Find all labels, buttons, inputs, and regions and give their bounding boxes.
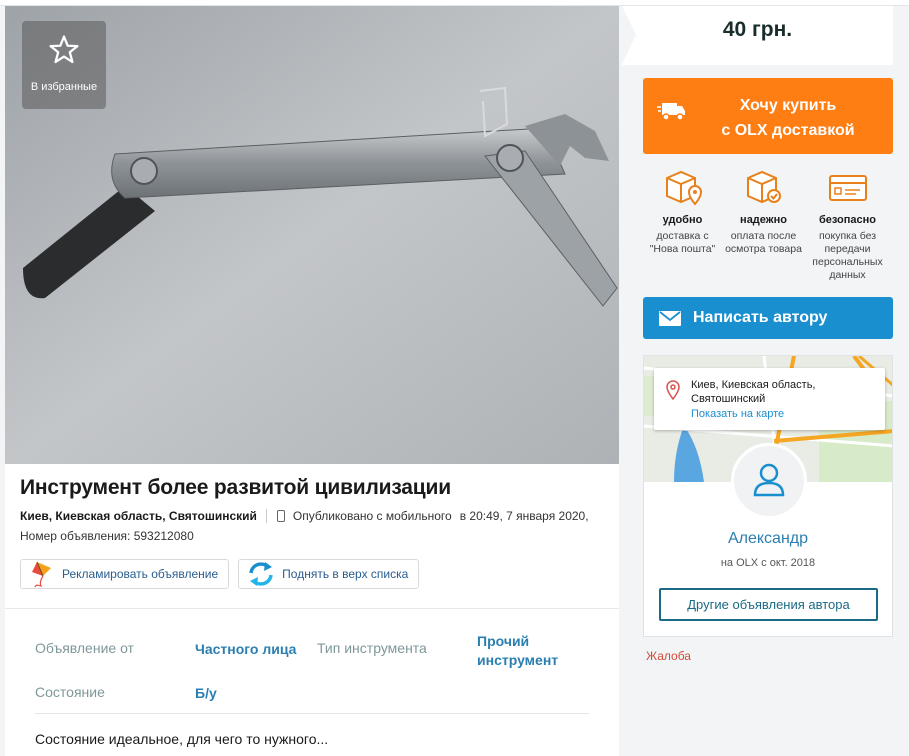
details-row: Состояние Б/у: [35, 684, 589, 714]
ad-number: Номер объявления: 593212080: [20, 529, 194, 543]
write-label: Написать автору: [693, 309, 828, 326]
map-popup: Киев, Киевская область, Святошинский Пок…: [654, 368, 885, 430]
mobile-phone-icon: [276, 510, 285, 522]
show-on-map-link[interactable]: Показать на карте: [691, 408, 784, 420]
buy-label: Хочу купить с OLX доставкой: [693, 93, 883, 143]
feature-text: доставка с "Нова пошта": [649, 230, 716, 255]
box-check-icon: [746, 170, 781, 204]
box-pin-icon: [665, 170, 702, 206]
raise-to-top-button[interactable]: Поднять в верх списка: [238, 559, 420, 589]
refresh-icon: [249, 562, 273, 586]
details-row: Объявление от Частного лица Тип инструме…: [35, 632, 589, 678]
mail-icon: [659, 311, 681, 326]
buy-label-line1: Хочу купить: [739, 97, 837, 114]
seller-avatar[interactable]: [731, 443, 807, 519]
buy-with-delivery-button[interactable]: Хочу купить с OLX доставкой: [643, 78, 893, 154]
price-box: 40 грн.: [622, 6, 893, 65]
favorites-label: В избранные: [30, 81, 98, 93]
promo-buttons: Рекламировать объявление Поднять в верх …: [20, 559, 604, 589]
ad-meta: Киев, Киевская область, Святошинский Опу…: [20, 509, 604, 523]
truck-icon: [657, 103, 685, 121]
published-label: Опубликовано с мобильного: [292, 509, 452, 523]
star-icon: [49, 35, 79, 64]
feature-reliable: надежно оплата после осмотра товара: [722, 168, 805, 256]
complain-link[interactable]: Жалоба: [646, 649, 691, 663]
buy-label-line2: с OLX доставкой: [721, 122, 855, 139]
ad-info: Инструмент более развитой цивилизации Ки…: [5, 464, 619, 608]
ad-description: Состояние идеальное, для чего то нужного…: [35, 731, 329, 747]
map-address: Киев, Киевская область, Святошинский: [691, 379, 816, 405]
tool-type-label: Тип инструмента: [317, 640, 427, 656]
location-pin-icon: [666, 380, 680, 400]
from-label: Объявление от: [35, 640, 134, 656]
condition-value[interactable]: Б/у: [195, 684, 317, 703]
ad-title: Инструмент более развитой цивилизации: [20, 476, 451, 499]
feature-convenient: удобно доставка с "Нова пошта": [641, 168, 724, 256]
price: 40 грн.: [722, 18, 793, 41]
seller-name[interactable]: Александр: [644, 530, 892, 548]
feature-text: покупка без передачи персональных данных: [812, 230, 883, 281]
condition-label: Состояние: [35, 684, 105, 700]
ad-details: Объявление от Частного лица Тип инструме…: [5, 608, 619, 756]
card-icon: [828, 175, 867, 201]
feature-title: удобно: [662, 214, 703, 226]
ad-location[interactable]: Киев, Киевская область, Святошинский: [20, 509, 267, 523]
advertise-label: Рекламировать объявление: [62, 567, 219, 581]
feature-text: оплата после осмотра товара: [725, 230, 802, 255]
user-icon: [753, 463, 785, 497]
seller-card: Киев, Киевская область, Святошинский Пок…: [643, 355, 893, 637]
seller-since: на OLX с окт. 2018: [720, 557, 816, 569]
feature-title: надежно: [740, 214, 787, 226]
feature-title: безопасно: [818, 214, 877, 226]
write-to-author-button[interactable]: Написать автору: [643, 297, 893, 339]
feature-safe: безопасно покупка без передачи персональ…: [806, 168, 889, 282]
ad-photo[interactable]: В избранные: [5, 6, 619, 464]
add-to-favorites-button[interactable]: В избранные: [22, 21, 106, 109]
other-ads-button[interactable]: Другие объявления автора: [659, 588, 878, 621]
raise-label: Поднять в верх списка: [282, 567, 409, 581]
advertise-button[interactable]: Рекламировать объявление: [20, 559, 230, 589]
tool-type-value[interactable]: Прочий инструмент: [477, 632, 587, 670]
published-date: в 20:49, 7 января 2020,: [459, 509, 589, 523]
kite-icon: [32, 561, 51, 588]
from-value[interactable]: Частного лица: [195, 632, 317, 659]
